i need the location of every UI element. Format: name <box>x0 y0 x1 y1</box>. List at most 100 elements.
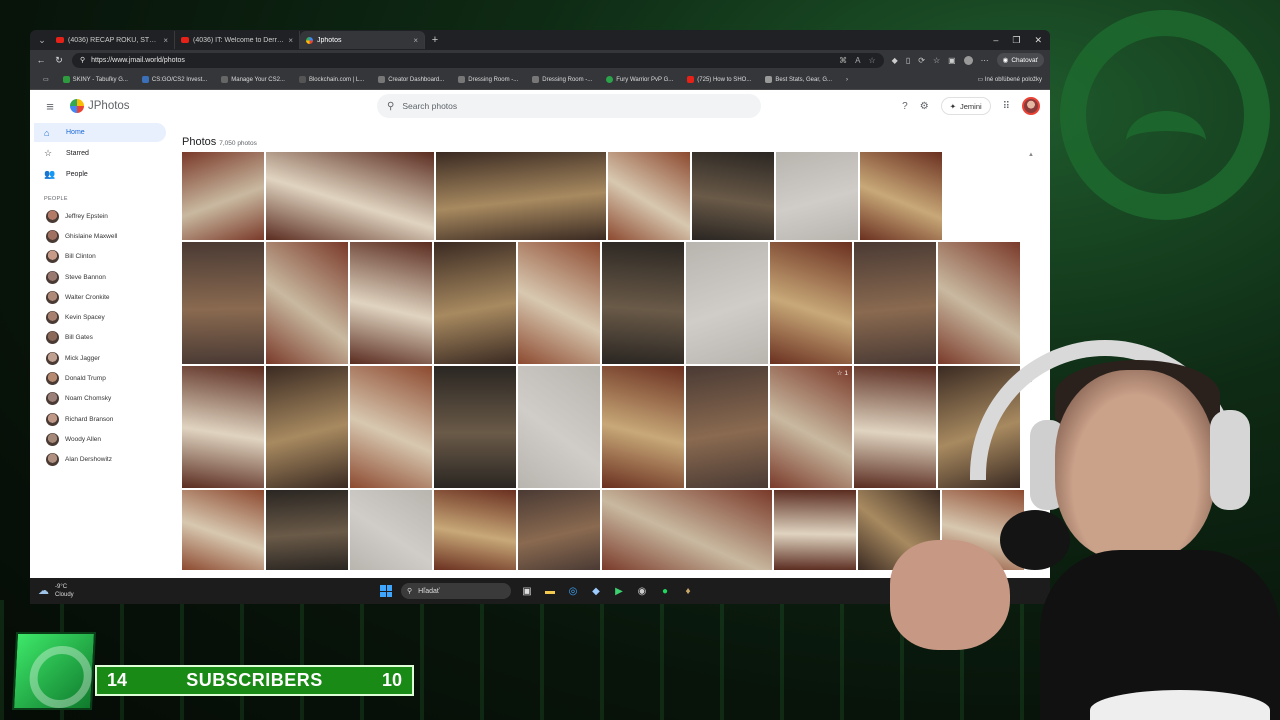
task-view-icon[interactable]: ▣ <box>520 584 534 598</box>
photo-thumbnail[interactable] <box>774 490 856 570</box>
close-icon[interactable]: × <box>163 36 168 45</box>
photo-thumbnail[interactable] <box>692 152 774 240</box>
photo-thumbnail[interactable] <box>182 152 264 240</box>
weather-widget[interactable]: ☁ -9°C Cloudy <box>30 583 380 599</box>
back-icon[interactable]: ← <box>36 55 46 65</box>
new-tab-icon[interactable]: + <box>425 34 445 46</box>
bookmark-item[interactable]: Fury Warrior PvP G... <box>599 76 680 83</box>
photo-thumbnail[interactable] <box>602 490 772 570</box>
photo-thumbnail[interactable] <box>266 242 348 364</box>
favorite-star-icon[interactable]: ☆ <box>869 56 876 65</box>
bookmark-item[interactable]: Best Stats, Gear, G... <box>758 76 839 83</box>
sidebar-person-item[interactable]: Walter Cronkite <box>30 287 170 307</box>
spotify-icon[interactable]: ● <box>658 584 672 598</box>
sidebar-person-item[interactable]: Woody Allen <box>30 429 170 449</box>
tab-jphotos[interactable]: Jphotos × <box>300 31 425 49</box>
sidebar-person-item[interactable]: Kevin Spacey <box>30 307 170 327</box>
bookmark-item[interactable]: CS:GO/CS2 Invest... <box>135 76 214 83</box>
bookmark-item[interactable]: SKINY - Tabuľky G... <box>56 76 135 83</box>
search-input[interactable]: ⚲ Search photos <box>377 94 761 118</box>
photo-thumbnail[interactable] <box>434 366 516 488</box>
menu-icon[interactable]: ≡ <box>40 99 60 114</box>
collections-icon[interactable]: ▣ <box>948 56 956 65</box>
photo-thumbnail[interactable] <box>776 152 858 240</box>
maximize-icon[interactable]: ❐ <box>1012 35 1020 46</box>
photo-thumbnail[interactable] <box>608 152 690 240</box>
sidebar-person-item[interactable]: Bill Clinton <box>30 247 170 267</box>
photo-thumbnail[interactable] <box>686 366 768 488</box>
reload-icon[interactable]: ↻ <box>54 55 64 66</box>
photo-thumbnail[interactable] <box>436 152 606 240</box>
bookmarks-overflow-icon[interactable]: › <box>839 77 855 83</box>
photo-thumbnail[interactable] <box>518 242 600 364</box>
bookmark-item[interactable]: Creator Dashboard... <box>371 76 451 83</box>
file-explorer-icon[interactable]: ▬ <box>543 584 557 598</box>
taskbar-search[interactable]: ⚲ Hľadať <box>401 583 511 599</box>
tab-welcome-to-derry[interactable]: (4036) IT: Welcome to Derry | Offic × <box>175 31 300 49</box>
apps-grid-icon[interactable]: ⠿ <box>1003 101 1010 112</box>
minimize-icon[interactable]: – <box>993 35 998 46</box>
photo-thumbnail[interactable] <box>518 366 600 488</box>
account-avatar[interactable] <box>1022 97 1040 115</box>
photo-thumbnail[interactable] <box>434 490 516 570</box>
settings-gear-icon[interactable]: ⚙ <box>920 101 929 112</box>
sidebar-person-item[interactable]: Jeffrey Epstein <box>30 206 170 226</box>
window-close-icon[interactable]: ✕ <box>1034 35 1042 46</box>
photo-thumbnail[interactable] <box>182 366 264 488</box>
sidebar-item-starred[interactable]: ☆ Starred <box>34 144 166 163</box>
photo-thumbnail[interactable] <box>182 242 264 364</box>
app-logo[interactable]: JPhotos <box>70 99 320 113</box>
photo-thumbnail[interactable] <box>266 366 348 488</box>
photo-thumbnail[interactable] <box>182 490 264 570</box>
photo-thumbnail[interactable] <box>434 242 516 364</box>
photo-thumbnail[interactable]: ☆ 1 <box>770 366 852 488</box>
photo-thumbnail[interactable] <box>350 242 432 364</box>
sidebar-person-item[interactable]: Ghislaine Maxwell <box>30 226 170 246</box>
photo-thumbnail[interactable] <box>602 366 684 488</box>
url-field[interactable]: ⚲ https://www.jmail.world/photos ⌘ A ☆ <box>72 52 884 68</box>
bookmark-item[interactable]: Dressing Room -... <box>525 76 599 83</box>
photo-thumbnail[interactable] <box>860 152 942 240</box>
close-icon[interactable]: × <box>413 36 418 45</box>
photo-thumbnail[interactable] <box>350 490 432 570</box>
jemini-button[interactable]: ✦ Jemini <box>940 97 991 115</box>
photo-thumbnail[interactable] <box>350 366 432 488</box>
photo-thumbnail[interactable] <box>266 152 434 240</box>
tab-list-icon[interactable]: ⌄ <box>34 35 50 46</box>
other-bookmarks[interactable]: ▭ Iné obľúbené položky <box>978 76 1044 83</box>
bookmark-item[interactable]: Blockchain.com | L... <box>292 76 371 83</box>
help-icon[interactable]: ? <box>902 101 908 112</box>
photo-thumbnail[interactable] <box>770 242 852 364</box>
favorites-icon[interactable]: ☆ <box>933 56 940 65</box>
edge-browser-icon[interactable]: ◎ <box>566 584 580 598</box>
sidebar-person-item[interactable]: Noam Chomsky <box>30 389 170 409</box>
steam-icon[interactable]: ◆ <box>589 584 603 598</box>
play-icon[interactable]: ▶ <box>612 584 626 598</box>
sidebar-item-home[interactable]: ⌂ Home <box>34 123 166 142</box>
more-icon[interactable]: ⋯ <box>981 56 989 65</box>
sidebar-person-item[interactable]: Steve Bannon <box>30 267 170 287</box>
sidebar-person-item[interactable]: Donald Trump <box>30 368 170 388</box>
app-icon[interactable]: ♦ <box>681 584 695 598</box>
sidebar-person-item[interactable]: Alan Dershowitz <box>30 450 170 470</box>
windows-start-icon[interactable] <box>380 585 392 597</box>
bookmarks-toggle-icon[interactable]: ▭ <box>36 76 56 83</box>
obs-icon[interactable]: ◉ <box>635 584 649 598</box>
bookmark-item[interactable]: Dressing Room -... <box>451 76 525 83</box>
bookmark-item[interactable]: (725) How to SHO... <box>680 76 758 83</box>
refresh-extension-icon[interactable]: ⟳ <box>918 56 925 65</box>
photo-thumbnail[interactable] <box>518 490 600 570</box>
split-screen-icon[interactable]: ▯ <box>906 56 910 65</box>
extension-icon[interactable]: ◆ <box>892 56 898 65</box>
bookmark-item[interactable]: Manage Your CS2... <box>214 76 292 83</box>
sidebar-person-item[interactable]: Mick Jagger <box>30 348 170 368</box>
close-icon[interactable]: × <box>288 36 293 45</box>
read-aloud-icon[interactable]: A <box>855 56 860 65</box>
copilot-chat-button[interactable]: ◉ Chatovať <box>996 53 1044 67</box>
site-info-icon[interactable]: ⚲ <box>80 56 85 64</box>
sidebar-item-people[interactable]: 👥 People <box>34 165 166 184</box>
photo-thumbnail[interactable] <box>686 242 768 364</box>
tab-roku-recap[interactable]: (4036) RECAP ROKU, STREAMER S × <box>50 31 175 49</box>
photo-thumbnail[interactable] <box>266 490 348 570</box>
photo-thumbnail[interactable] <box>602 242 684 364</box>
